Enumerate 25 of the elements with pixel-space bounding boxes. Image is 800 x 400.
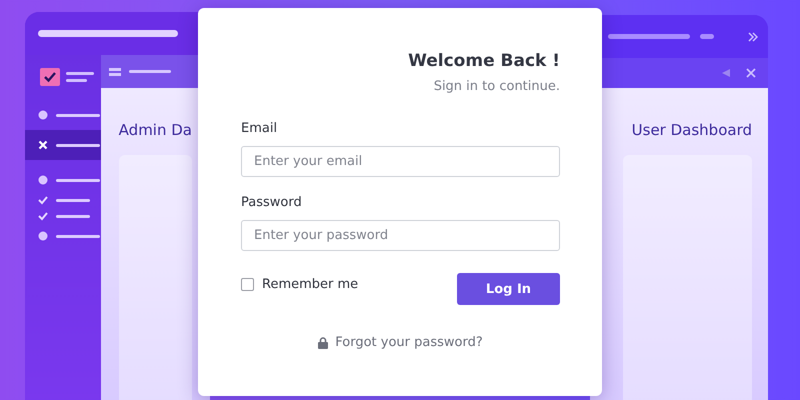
forgot-password-link[interactable]: Forgot your password? <box>335 335 483 350</box>
cross-icon <box>38 140 48 150</box>
dialog-subtitle: Sign in to continue. <box>434 79 560 94</box>
title-placeholder-bar <box>700 34 714 39</box>
checkbox[interactable] <box>241 278 254 291</box>
dot-icon <box>38 231 48 241</box>
toolbar-placeholder-bar <box>128 70 171 73</box>
dot-icon <box>38 175 48 185</box>
dot-icon <box>38 110 48 120</box>
page-heading: User Dashboard <box>632 121 752 139</box>
menu-icon[interactable] <box>108 68 121 76</box>
login-button[interactable]: Log In <box>457 273 560 305</box>
input-field[interactable]: Enter your email <box>241 146 560 177</box>
page-heading: Admin Da <box>118 121 192 139</box>
dialog-title: Welcome Back ! <box>408 51 560 71</box>
close-icon[interactable] <box>746 68 756 78</box>
input-field[interactable]: Enter your password <box>241 220 560 251</box>
double-chevron-icon[interactable] <box>748 32 758 42</box>
field-label: Password <box>241 195 303 210</box>
field-label: Email <box>241 121 278 136</box>
checkbox-label: Remember me <box>262 277 358 292</box>
checkbox-logo-icon <box>40 68 60 86</box>
sidebar-item[interactable] <box>25 130 101 160</box>
logo-placeholder-bars <box>66 72 94 82</box>
lock-icon <box>318 336 328 348</box>
